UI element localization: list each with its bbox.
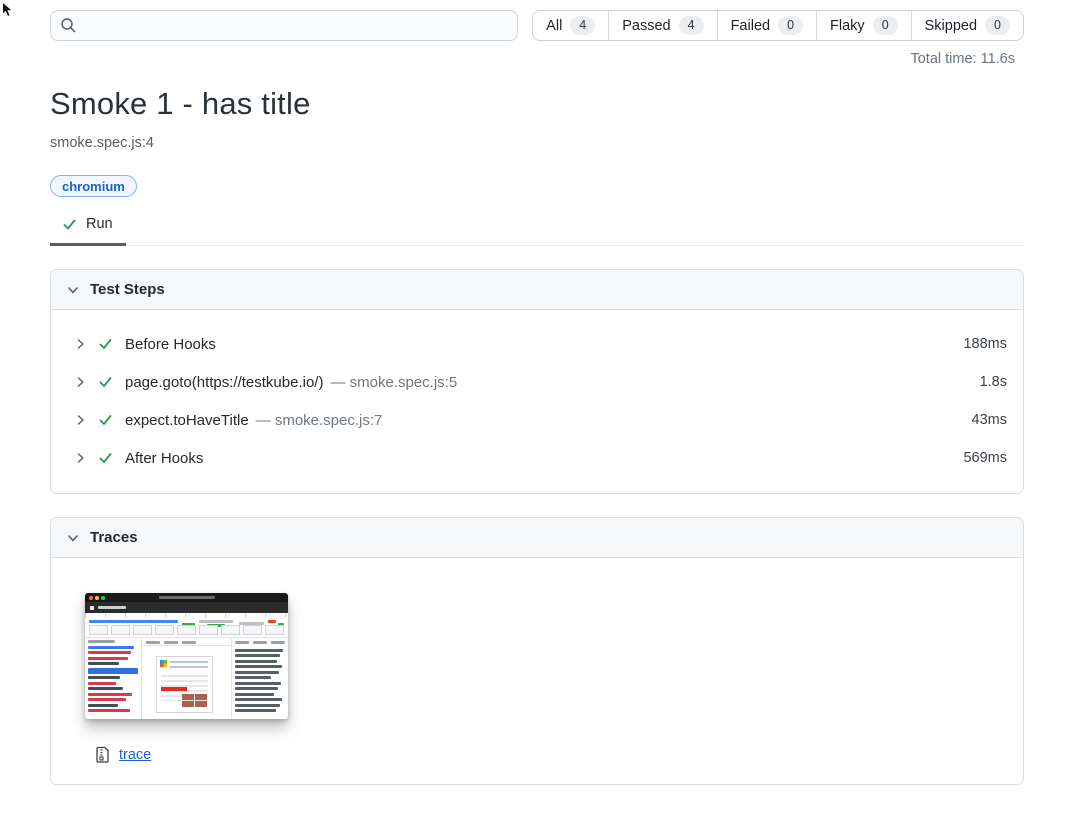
filter-label: Failed bbox=[731, 18, 771, 34]
microsoft-logo-icon bbox=[160, 660, 167, 667]
filter-label: Skipped bbox=[925, 18, 977, 34]
filter-count-badge: 0 bbox=[985, 16, 1010, 35]
step-row-expect-tohavetitle[interactable]: expect.toHaveTitle — smoke.spec.js:7 43m… bbox=[75, 401, 1007, 439]
browser-badge-chromium: chromium bbox=[50, 175, 137, 197]
playwright-report-page: All 4 Passed 4 Failed 0 Flaky 0 Skipped bbox=[0, 0, 1078, 840]
thumb-toolbar-label bbox=[98, 606, 126, 609]
mouse-cursor-icon bbox=[1, 1, 17, 19]
test-steps-title: Test Steps bbox=[90, 281, 165, 298]
filter-count-badge: 4 bbox=[679, 16, 704, 35]
playwright-logo-icon bbox=[90, 606, 94, 610]
search-input[interactable] bbox=[50, 10, 518, 41]
thumb-toolbar bbox=[85, 602, 288, 613]
test-steps-panel: Test Steps Before Hooks 188ms bbox=[50, 269, 1024, 494]
filter-label: Flaky bbox=[830, 18, 865, 34]
snapshot-tabs bbox=[142, 638, 231, 646]
chevron-right-icon bbox=[75, 338, 86, 350]
page-title: Smoke 1 - has title bbox=[50, 86, 1024, 122]
search-box bbox=[50, 10, 518, 41]
webpage-header-lines bbox=[170, 661, 208, 671]
step-location: — smoke.spec.js:5 bbox=[330, 374, 457, 391]
filter-count-badge: 0 bbox=[873, 16, 898, 35]
step-duration: 569ms bbox=[963, 450, 1007, 466]
webpage-red-bar bbox=[161, 687, 187, 691]
filter-tab-failed[interactable]: Failed 0 bbox=[718, 11, 817, 40]
traces-header[interactable]: Traces bbox=[51, 518, 1023, 558]
file-zip-icon bbox=[96, 746, 110, 763]
snapshot-webpage bbox=[156, 656, 213, 713]
check-icon bbox=[62, 217, 77, 232]
test-steps-header[interactable]: Test Steps bbox=[51, 270, 1023, 310]
filter-count-badge: 0 bbox=[778, 16, 803, 35]
thumb-actions-list bbox=[85, 638, 142, 719]
thumb-window-title bbox=[159, 596, 215, 599]
step-duration: 43ms bbox=[972, 412, 1007, 428]
trace-link-row: trace bbox=[96, 746, 1007, 763]
run-tabs-bar: Run bbox=[50, 210, 1024, 246]
step-row-before-hooks[interactable]: Before Hooks 188ms bbox=[75, 325, 1007, 363]
total-time-label: Total time: 11.6s bbox=[50, 51, 1024, 67]
filter-label: All bbox=[546, 18, 562, 34]
chevron-right-icon bbox=[75, 452, 86, 464]
webpage-image-grid bbox=[182, 694, 208, 708]
traffic-light-minimize-icon bbox=[95, 596, 99, 600]
step-row-page-goto[interactable]: page.goto(https://testkube.io/) — smoke.… bbox=[75, 363, 1007, 401]
tab-run-label: Run bbox=[86, 216, 113, 232]
step-label: page.goto(https://testkube.io/) bbox=[125, 374, 323, 391]
filter-tab-flaky[interactable]: Flaky 0 bbox=[817, 11, 912, 40]
trace-thumbnail[interactable] bbox=[85, 593, 288, 719]
step-label: expect.toHaveTitle bbox=[125, 412, 249, 429]
thumb-snapshot-pane bbox=[142, 638, 231, 719]
traces-title: Traces bbox=[90, 529, 138, 546]
chevron-down-icon bbox=[67, 532, 79, 544]
step-duration: 188ms bbox=[963, 336, 1007, 352]
test-location: smoke.spec.js:4 bbox=[50, 135, 1024, 151]
chevron-right-icon bbox=[75, 376, 86, 388]
thumb-log-pane bbox=[231, 638, 288, 719]
filter-tab-passed[interactable]: Passed 4 bbox=[609, 11, 717, 40]
traces-body: trace bbox=[51, 558, 1023, 784]
steps-list: Before Hooks 188ms page.goto(https://tes… bbox=[51, 310, 1023, 493]
step-duration: 1.8s bbox=[980, 374, 1007, 390]
traffic-light-close-icon bbox=[89, 596, 93, 600]
filter-tab-all[interactable]: All 4 bbox=[533, 11, 609, 40]
filter-tabs: All 4 Passed 4 Failed 0 Flaky 0 Skipped bbox=[532, 10, 1024, 41]
timeline-bar-red bbox=[268, 620, 276, 623]
search-icon bbox=[60, 17, 77, 34]
timeline-bar-gray bbox=[199, 620, 234, 623]
step-label: Before Hooks bbox=[125, 336, 216, 353]
timeline-filmstrip bbox=[89, 625, 284, 635]
thumb-ruler bbox=[85, 613, 288, 618]
check-icon bbox=[98, 337, 113, 351]
filter-label: Passed bbox=[622, 18, 670, 34]
timeline-bar-blue bbox=[89, 620, 178, 623]
chevron-down-icon bbox=[67, 284, 79, 296]
step-row-after-hooks[interactable]: After Hooks 569ms bbox=[75, 439, 1007, 477]
thumb-titlebar bbox=[85, 593, 288, 602]
thumb-body bbox=[85, 638, 288, 719]
step-label: After Hooks bbox=[125, 450, 203, 467]
chevron-right-icon bbox=[75, 414, 86, 426]
thumb-timeline bbox=[85, 613, 288, 638]
filter-count-badge: 4 bbox=[570, 16, 595, 35]
check-icon bbox=[98, 375, 113, 389]
traffic-light-zoom-icon bbox=[101, 596, 105, 600]
filter-tab-skipped[interactable]: Skipped 0 bbox=[912, 11, 1023, 40]
tab-run[interactable]: Run bbox=[50, 210, 126, 246]
report-header: All 4 Passed 4 Failed 0 Flaky 0 Skipped bbox=[50, 10, 1024, 41]
step-location: — smoke.spec.js:7 bbox=[256, 412, 383, 429]
check-icon bbox=[98, 413, 113, 427]
traces-panel: Traces bbox=[50, 517, 1024, 785]
trace-link[interactable]: trace bbox=[119, 747, 151, 763]
check-icon bbox=[98, 451, 113, 465]
